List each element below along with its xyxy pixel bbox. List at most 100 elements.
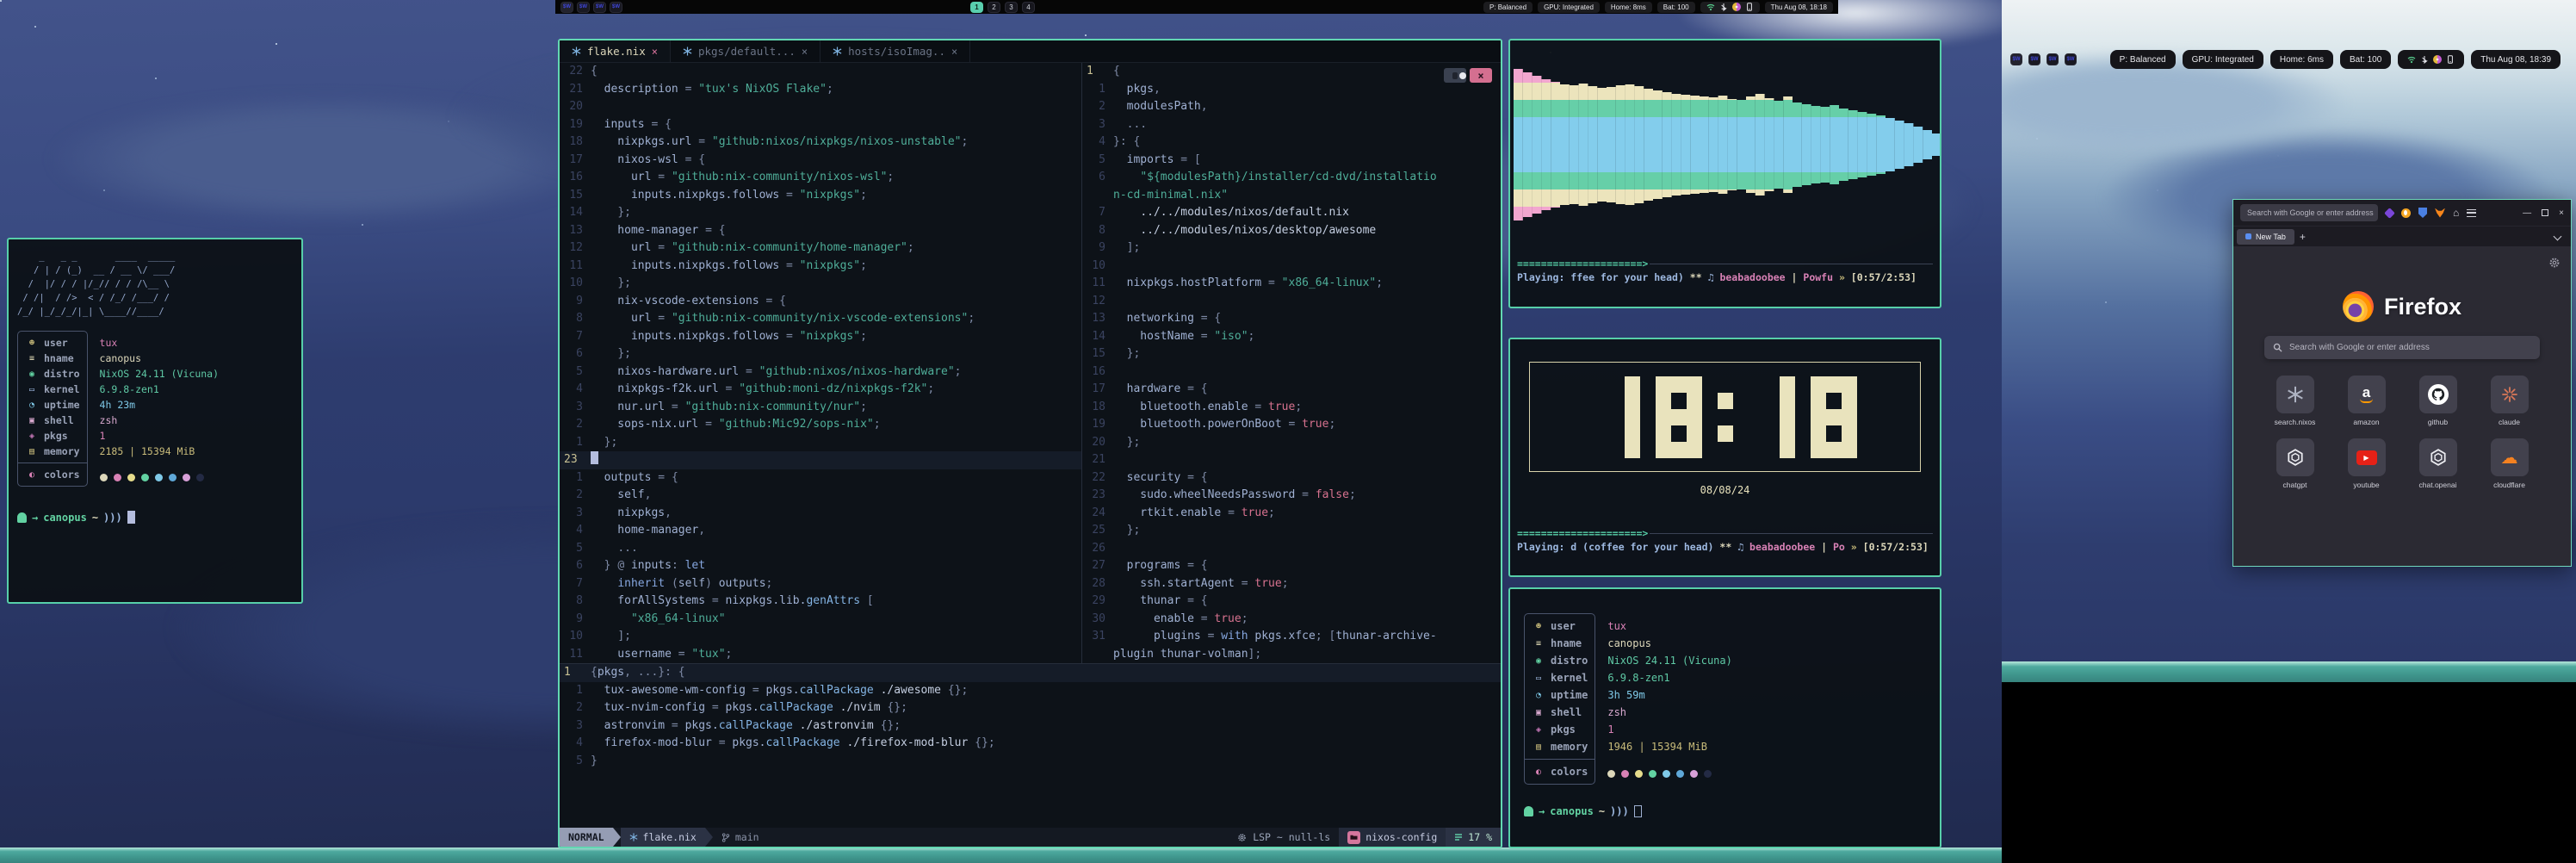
tab-new-tab[interactable]: New Tab [2237,229,2294,245]
code-line: 10 ]; [560,628,1081,646]
tile-icon-box [2276,438,2314,476]
palette-dot [1704,770,1712,778]
close-button[interactable]: × [2559,208,2564,218]
editor-pane-pkgs[interactable]: 1{pkgs, ...}: {1 tux-awesome-wm-config =… [560,664,1501,828]
shell-prompt[interactable]: →canopus~))) [1524,805,1926,817]
workspace-button[interactable]: $W [2047,53,2059,65]
shortcut-tile-amazon[interactable]: aamazon [2331,376,2402,426]
code-line: 14 hostName = "iso"; [1082,328,1501,346]
home-icon[interactable]: ⌂ [2453,207,2459,219]
fetch-value: 6.9.8-zen1 [100,382,219,397]
line-number: 8 [1082,222,1113,240]
pager-button-1[interactable]: 1 [970,2,983,13]
duckduckgo-icon[interactable] [2401,208,2411,218]
pager-button-2[interactable]: 2 [988,2,1000,13]
phone-icon[interactable] [2446,55,2455,64]
nixos-search-icon [2287,386,2304,403]
workspace-button[interactable]: $W [2010,53,2022,65]
shortcut-tile-chat-openai[interactable]: chat.openai [2402,438,2474,489]
wifi-icon[interactable] [2407,55,2416,64]
bluetooth-icon[interactable] [2420,55,2429,64]
workspace-button[interactable]: $W [560,2,573,13]
code-line: 18 bluetooth.enable = true; [1082,399,1501,417]
new-tab-button[interactable]: + [2300,231,2306,243]
line-number: 10 [560,275,591,293]
shortcut-tiles: search.nixos aamazongithubclaude chatgpt▶y… [2259,376,2545,489]
line-number: 10 [1082,258,1113,276]
editor-pane-flake[interactable]: 22{21 description = "tux's NixOS Flake";… [560,63,1081,663]
editor-tab-pkgs-default-[interactable]: pkgs/default...× [671,40,820,62]
palette-dot [1690,770,1698,778]
color-profile-icon[interactable] [2433,55,2442,64]
line-number: 19 [560,116,591,134]
pane-close-button[interactable]: × [1470,68,1492,83]
code-line: 6 "${modulesPath}/installer/cd-dvd/insta… [1082,169,1501,187]
tab-close-icon[interactable]: × [802,46,808,58]
maximize-button[interactable] [2542,209,2548,216]
code-text: }; [591,204,631,222]
editor-tab-flake-nix[interactable]: flake.nix× [560,40,671,62]
pager-button-4[interactable]: 4 [1022,2,1035,13]
tab-close-icon[interactable]: × [652,46,658,58]
shortcut-tile-chatgpt[interactable]: chatgpt [2259,438,2331,489]
firefox-window[interactable]: Search with Google or enter address ⌂ — … [2232,199,2572,567]
gear-icon [1237,833,1247,842]
code-line: 12 url = "github:nix-community/home-mana… [560,239,1081,258]
phone-icon[interactable] [1745,3,1754,11]
menu-hamburger-icon[interactable] [2467,209,2476,217]
shortcut-tile-cloudflare[interactable]: ☁cloudflare [2474,438,2545,489]
workspace-button[interactable]: $W [577,2,590,13]
url-bar[interactable]: Search with Google or enter address [2240,204,2378,221]
shortcut-tile-youtube[interactable]: ▶youtube [2331,438,2402,489]
editor-cursor [591,451,598,464]
pane-toggle-button[interactable] [1444,68,1466,83]
palette-dot [183,474,190,481]
prompt-chevrons: ))) [1610,805,1629,817]
shortcut-tile-claude[interactable]: claude [2474,376,2545,426]
code-line: 9 ]; [1082,239,1501,258]
workspace-button[interactable]: $W [610,2,622,13]
line-number: 1 [560,469,591,487]
shell-prompt[interactable]: →canopus~))) [17,511,293,524]
line-number: 17 [560,152,591,170]
workspace-button[interactable]: $W [2065,53,2077,65]
tabs-chevron-icon[interactable] [2554,233,2562,241]
code-line: 27 programs = { [1082,557,1501,575]
editor-tab-hosts-isoImag-[interactable]: hosts/isoImag..× [820,40,970,62]
metamask-fox-icon[interactable] [2435,208,2445,218]
line-number: 23 [560,451,591,469]
terminal-fastfetch-right[interactable]: ☻user≡hname◉distro▭kernel◔uptime▣shell◈p… [1508,587,1941,848]
code-line: 19 bluetooth.powerOnBoot = true; [1082,416,1501,434]
wifi-icon[interactable] [1706,3,1715,11]
adblock-shield-icon[interactable] [2418,208,2427,218]
tile-label: search.nixos [2275,418,2316,426]
shortcut-tile-github[interactable]: github [2402,376,2474,426]
code-text: inputs.nixpkgs.follows = "nixpkgs"; [591,187,867,205]
terminal-tty-clock[interactable]: 08/08/24 =====================> Playing:… [1508,338,1941,577]
terminal-cava-visualizer[interactable]: =====================> Playing: ffee for… [1508,39,1941,308]
neovim-editor-window[interactable]: flake.nix×pkgs/default...×hosts/isoImag.… [558,39,1502,848]
bluetooth-icon[interactable] [1719,3,1728,11]
code-line: 9 "x86_64-linux" [560,611,1081,629]
settings-gear-icon[interactable] [2548,257,2561,269]
code-text: outputs = { [591,469,678,487]
color-profile-icon[interactable] [1732,3,1741,11]
fetch-row: ≡hname [1532,635,1588,652]
tile-icon-box [2419,376,2457,413]
fastfetch-info: ☻user≡hname◉distro▭kernel◔uptime▣shell◈p… [17,331,293,487]
line-number: 1 [560,664,591,682]
minimize-button[interactable]: — [2523,208,2531,218]
workspace-button[interactable]: $W [2028,53,2040,65]
extension-icon[interactable] [2384,208,2395,219]
distro-icon: ◉ [1532,656,1545,666]
fastfetch-keys-box: ☻user≡hname◉distro▭kernel◔uptime▣shell◈p… [17,331,88,487]
terminal-fastfetch-left[interactable]: _ _ _ ____ _____ / | / (_) __ / __ \/ __… [7,238,303,604]
newtab-search-input[interactable]: Search with Google or enter address [2264,336,2540,359]
shortcut-tile-search-nixos[interactable]: search.nixos [2259,376,2331,426]
playing-segment: » [1845,541,1857,553]
pager-button-3[interactable]: 3 [1005,2,1018,13]
editor-pane-iso[interactable]: 1{1 pkgs,2 modulesPath,3 ...4}: {5 impor… [1082,63,1501,663]
workspace-button[interactable]: $W [593,2,606,13]
tab-close-icon[interactable]: × [951,46,957,58]
code-text [591,451,598,469]
